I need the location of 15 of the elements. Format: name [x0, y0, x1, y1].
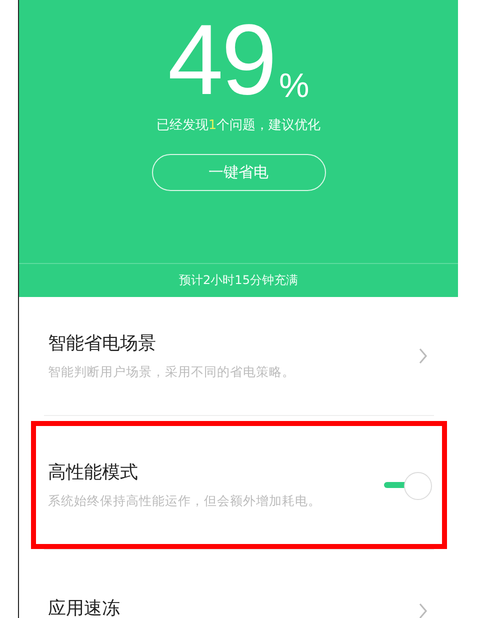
setting-row[interactable]: 应用速冻 — [44, 549, 434, 618]
highlighted-setting-row[interactable]: 高性能模式 系统始终保持高性能运作，但会额外增加耗电。 — [44, 434, 434, 536]
toggle-switch[interactable] — [384, 470, 432, 500]
chevron-right-icon — [418, 602, 428, 618]
battery-percent: 49 — [168, 14, 275, 106]
setting-description: 智能判断用户场景，采用不同的省电策略。 — [48, 363, 296, 381]
setting-row[interactable]: 智能省电场景 智能判断用户场景，采用不同的省电策略。 — [44, 297, 434, 416]
setting-description: 系统始终保持高性能运作，但会额外增加耗电。 — [48, 492, 322, 510]
issue-summary: 已经发现1个问题，建议优化 — [156, 117, 321, 134]
charge-estimate: 预计2小时15分钟充满 — [179, 272, 298, 289]
setting-title: 智能省电场景 — [48, 332, 157, 355]
chevron-right-icon — [418, 347, 428, 365]
percent-sign: % — [279, 66, 310, 106]
setting-title: 高性能模式 — [48, 461, 139, 484]
setting-title: 应用速冻 — [48, 597, 120, 618]
